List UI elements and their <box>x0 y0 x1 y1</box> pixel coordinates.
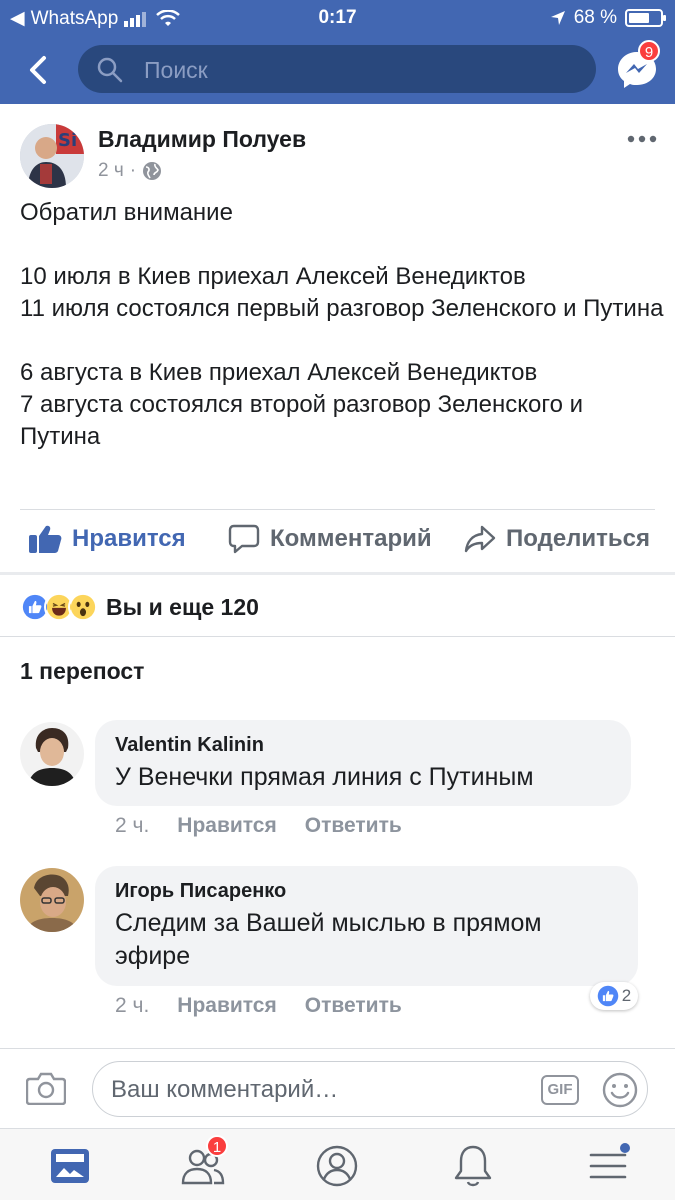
location-icon <box>550 11 565 25</box>
notifications-icon[interactable] <box>448 1141 498 1191</box>
divider <box>20 509 655 510</box>
post-text: Обратил внимание 10 июля в Киев приехал … <box>20 199 664 450</box>
share-label: Поделиться <box>506 525 651 552</box>
comment-icon <box>228 524 260 554</box>
author-avatar[interactable]: Si <box>20 124 84 188</box>
back-icon[interactable] <box>20 50 60 90</box>
comment-bubble[interactable]: Valentin Kalinin У Венечки прямая линия … <box>95 720 631 806</box>
author-name[interactable]: Владимир Полуев <box>98 126 306 153</box>
battery-percent: 68 % <box>573 7 617 28</box>
profile-icon[interactable] <box>312 1141 362 1191</box>
reposts-link[interactable]: 1 перепост <box>20 658 144 685</box>
tab-menu[interactable] <box>583 1141 633 1191</box>
commenter-avatar-image <box>20 722 84 786</box>
post-meta: 2 ч · <box>98 160 162 182</box>
search-placeholder: Поиск <box>144 57 208 83</box>
svg-text:Si: Si <box>58 130 77 151</box>
comment-like-link[interactable]: Нравится <box>177 994 276 1018</box>
sticker-icon[interactable] <box>601 1071 639 1109</box>
messenger-button[interactable]: 9 <box>612 40 662 94</box>
comment-reply-link[interactable]: Ответить <box>305 814 402 838</box>
comment-text: У Венечки прямая линия с Путиным <box>115 763 534 791</box>
post-time[interactable]: 2 ч <box>98 160 124 182</box>
like-label: Нравится <box>72 525 186 552</box>
comment-composer: Ваш комментарий… GIF <box>0 1048 675 1128</box>
status-bar: ◀ WhatsApp 0:17 68 % <box>0 0 675 36</box>
comment-time[interactable]: 2 ч. <box>115 994 149 1018</box>
like-reaction-icon <box>597 985 619 1007</box>
post-actions: Нравится Комментарий Поделиться <box>0 512 675 572</box>
thumbs-up-icon <box>29 525 62 553</box>
comment-placeholder: Ваш комментарий… <box>111 1076 339 1103</box>
commenter-avatar-image <box>20 868 84 932</box>
reactions-count: Вы и еще 120 <box>106 593 259 620</box>
comment-bubble[interactable]: Игорь Писаренко Следим за Вашей мыслью в… <box>95 866 638 986</box>
comment-time[interactable]: 2 ч. <box>115 814 149 838</box>
app-header: ◀ WhatsApp 0:17 68 % Поиск 9 <box>0 0 675 104</box>
like-button[interactable]: Нравится <box>28 524 186 554</box>
share-icon <box>464 525 496 553</box>
friends-badge: 1 <box>206 1135 228 1157</box>
comment-label: Комментарий <box>270 525 432 552</box>
gif-button[interactable]: GIF <box>541 1075 579 1105</box>
comment-text: Следим за Вашей мыслью в прямом эфире <box>115 909 542 970</box>
tab-friends[interactable]: 1 <box>178 1135 228 1191</box>
commenter-name[interactable]: Игорь Писаренко <box>115 880 618 903</box>
camera-icon[interactable] <box>26 1071 66 1105</box>
search-input[interactable]: Поиск <box>78 45 596 93</box>
meta-separator: · <box>129 160 137 181</box>
divider <box>0 636 675 637</box>
tab-bar: 1 <box>0 1128 675 1200</box>
news-feed-icon[interactable] <box>45 1141 95 1191</box>
comment-button[interactable]: Комментарий <box>228 524 432 554</box>
more-options-icon[interactable] <box>627 134 657 144</box>
section-divider <box>0 572 675 575</box>
comment-reply-link[interactable]: Ответить <box>305 994 402 1018</box>
share-button[interactable]: Поделиться <box>464 524 650 554</box>
menu-icon <box>589 1143 630 1179</box>
comment-input[interactable]: Ваш комментарий… GIF <box>92 1061 648 1117</box>
comment-actions: 2 ч. Нравится Ответить <box>115 994 402 1018</box>
messenger-badge: 9 <box>638 40 660 62</box>
reactions-summary[interactable]: Вы и еще 120 <box>20 592 259 622</box>
comment-reactions[interactable]: 2 <box>590 982 638 1010</box>
comment-actions: 2 ч. Нравится Ответить <box>115 814 402 838</box>
battery-icon <box>625 9 666 27</box>
commenter-avatar[interactable] <box>20 722 84 786</box>
comment-like-link[interactable]: Нравится <box>177 814 276 838</box>
search-icon <box>97 57 123 83</box>
comment-reactions-count: 2 <box>621 986 632 1005</box>
commenter-avatar[interactable] <box>20 868 84 932</box>
author-avatar-image: Si <box>20 124 84 188</box>
wow-reaction-icon <box>68 592 98 622</box>
globe-icon <box>143 162 162 180</box>
commenter-name[interactable]: Valentin Kalinin <box>115 734 611 757</box>
